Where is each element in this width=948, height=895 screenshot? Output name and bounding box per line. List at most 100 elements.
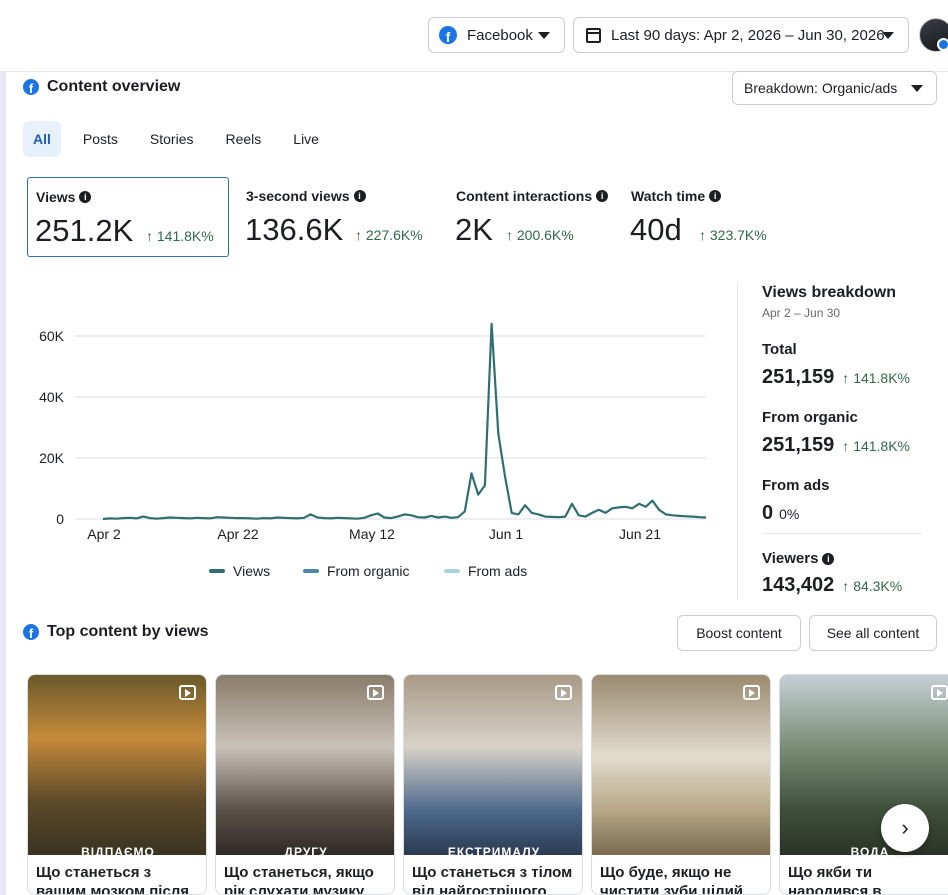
total-number: 251,159	[762, 366, 835, 388]
metric-delta-text: 200.6K%	[516, 227, 574, 243]
metric-label: Content interactions i	[456, 188, 609, 204]
content-thumbnail	[592, 675, 770, 855]
organic-number: 251,159	[762, 434, 835, 456]
breakdown-separator	[762, 533, 922, 534]
legend-label: From organic	[327, 563, 410, 579]
legend-label: Views	[233, 563, 271, 579]
x-tick-label: Jun 1	[489, 526, 523, 542]
thumbnail-overlay-text: ЕКСТРИМАЛУ	[447, 845, 541, 859]
calendar-icon	[586, 27, 601, 43]
metric-label: Views i	[36, 189, 92, 205]
views-breakdown-title: Views breakdown	[762, 284, 896, 301]
boost-content-button[interactable]: Boost content	[677, 615, 801, 651]
content-thumbnail	[216, 675, 394, 855]
info-icon[interactable]: i	[596, 190, 609, 202]
facebook-icon: f	[23, 79, 39, 95]
total-delta: ↑ 141.8K%	[842, 370, 911, 386]
y-tick-label: 0	[56, 511, 64, 527]
content-thumbnail	[404, 675, 582, 855]
reel-icon	[367, 685, 384, 700]
info-icon[interactable]: i	[822, 552, 835, 565]
breakdown-divider	[737, 282, 738, 600]
metric-card-3-second-views[interactable]: 3-second views i 136.6K ↑ 227.6K%	[238, 177, 438, 257]
content-card[interactable]: ВІДПАЄМО Що станеться з вашим мозком піс…	[27, 674, 207, 895]
y-tick-label: 20K	[39, 450, 65, 466]
info-icon[interactable]: i	[709, 190, 722, 202]
content-caption: Що якби ти народився в	[788, 864, 882, 895]
legend-swatch	[444, 569, 460, 573]
content-card[interactable]: ДРУГУ Що станеться, якщо рік слухати муз…	[215, 674, 395, 895]
content-card[interactable]: ЕКСТРИМАЛУ Що станеться з тілом від найг…	[403, 674, 583, 895]
y-tick-label: 40K	[39, 389, 65, 405]
series-line-views	[102, 322, 707, 521]
tab-live[interactable]: Live	[283, 121, 329, 157]
tab-posts[interactable]: Posts	[73, 121, 128, 157]
organic-value: 251,159 ↑ 141.8K%	[762, 434, 910, 457]
legend-item-from-ads: From ads	[444, 563, 527, 579]
organic-delta: ↑ 141.8K%	[842, 438, 911, 454]
facebook-icon: f	[23, 624, 39, 640]
reel-icon	[743, 685, 760, 700]
organic-label: From organic	[762, 409, 858, 426]
reel-icon	[931, 685, 948, 700]
content-thumbnail	[28, 675, 206, 855]
metric-label: Watch time i	[631, 188, 722, 204]
legend-label: From ads	[468, 563, 528, 579]
total-value: 251,159 ↑ 141.8K%	[762, 366, 910, 389]
info-icon[interactable]: i	[353, 190, 366, 202]
platform-label: Facebook	[467, 26, 533, 44]
chevron-right-icon: ›	[901, 815, 909, 840]
content-caption: Що станеться з вашим мозком після 30 дні	[36, 864, 190, 895]
y-tick-label: 60K	[39, 328, 65, 344]
views-line-chart: 0 20K 40K 60K Apr 2 Apr 22 May 12 Jun 1 Jun 21	[39, 322, 707, 542]
x-tick-label: May 12	[349, 526, 395, 542]
organic-delta-text: 141.8K%	[853, 438, 911, 454]
tab-all[interactable]: All	[23, 121, 61, 157]
x-tick-label: Apr 2	[87, 526, 121, 542]
tab-stories[interactable]: Stories	[140, 121, 204, 157]
breakdown-label: Breakdown: Organic/ads	[744, 80, 898, 96]
thumbnail-overlay-text: ВІДПАЄМО	[81, 845, 155, 859]
x-tick-label: Apr 22	[217, 526, 258, 542]
metric-value: 251.2K	[35, 213, 134, 248]
date-range-selector[interactable]: Last 90 days: Apr 2, 2026 – Jun 30, 2026	[573, 17, 909, 53]
viewers-delta: ↑ 84.3K%	[842, 578, 903, 594]
content-card[interactable]: Що буде, якщо не чистити зуби цілий	[591, 674, 771, 895]
metric-delta: ↑ 141.8K%	[146, 228, 214, 244]
tab-reels[interactable]: Reels	[215, 121, 271, 157]
metric-delta: ↑ 200.6K%	[506, 227, 574, 243]
facebook-badge-icon	[937, 38, 948, 51]
thumbnail-overlay-text: ВОДА	[850, 845, 890, 859]
platform-selector[interactable]: f Facebook	[428, 17, 565, 53]
reel-icon	[179, 685, 196, 700]
metric-card-watch-time[interactable]: Watch time i 40d ↑ 323.7K%	[623, 177, 793, 257]
legend-item-views: Views	[209, 563, 270, 579]
metric-label-text: Views	[36, 189, 76, 205]
metric-delta: ↑ 227.6K%	[355, 227, 423, 243]
viewers-value: 143,402 ↑ 84.3K%	[762, 574, 902, 597]
facebook-icon: f	[439, 26, 457, 44]
metric-label-text: 3-second views	[246, 188, 350, 204]
breakdown-selector[interactable]: Breakdown: Organic/ads	[732, 71, 937, 105]
metric-value: 40d	[630, 212, 682, 247]
caret-down-icon	[882, 32, 894, 39]
info-icon[interactable]: i	[79, 191, 92, 203]
content-card[interactable]: ВОДА Що якби ти народився в	[779, 674, 948, 895]
metric-card-content-interactions[interactable]: Content interactions i 2K ↑ 200.6K%	[448, 177, 618, 257]
content-caption: Що станеться з тілом від найгострішого	[412, 864, 573, 895]
total-delta-text: 141.8K%	[853, 370, 911, 386]
content-caption: Що станеться, якщо рік слухати музику	[224, 864, 374, 895]
metric-delta-text: 227.6K%	[365, 227, 423, 243]
metric-card-views[interactable]: Views i 251.2K ↑ 141.8K%	[27, 177, 229, 257]
date-range-label: Last 90 days: Apr 2, 2026 – Jun 30, 2026	[611, 26, 885, 44]
content-tabs: All Posts Stories Reels Live	[23, 121, 341, 157]
views-breakdown-range: Apr 2 – Jun 30	[762, 306, 841, 320]
see-all-content-button[interactable]: See all content	[809, 615, 937, 651]
metric-value: 136.6K	[245, 212, 344, 247]
legend-item-from-organic: From organic	[303, 563, 409, 579]
reel-icon	[555, 685, 572, 700]
carousel-next-button[interactable]: ›	[881, 804, 929, 852]
viewers-label: Viewers i	[762, 550, 835, 567]
viewers-delta-text: 84.3K%	[853, 578, 903, 594]
content-overview-title: Content overview	[47, 78, 181, 95]
